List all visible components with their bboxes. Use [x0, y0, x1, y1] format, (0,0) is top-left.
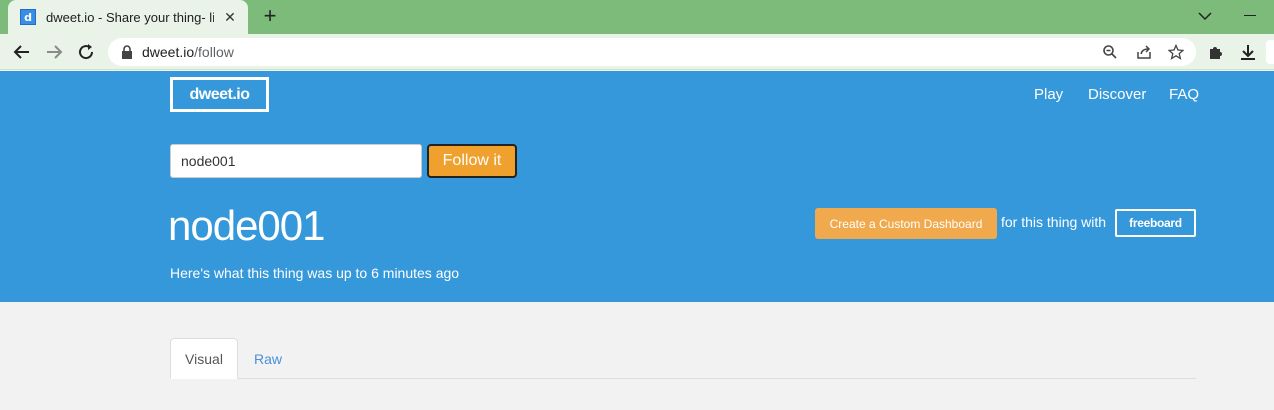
follow-it-button[interactable]: Follow it	[427, 144, 517, 178]
nav-link-play[interactable]: Play	[1034, 86, 1063, 103]
tab-search-chevron-icon[interactable]	[1196, 7, 1214, 25]
dashboard-caption: for this thing with	[1001, 214, 1107, 230]
tab-visual[interactable]: Visual	[170, 338, 238, 379]
share-icon[interactable]	[1134, 42, 1154, 62]
favicon-icon: d	[20, 9, 36, 25]
create-dashboard-button[interactable]: Create a Custom Dashboard	[815, 208, 997, 239]
thing-last-update: Here's what this thing was up to 6 minut…	[170, 265, 460, 281]
lock-icon[interactable]	[120, 45, 134, 59]
minimize-window-icon[interactable]	[1244, 15, 1256, 16]
url-text: dweet.io/follow	[142, 44, 234, 60]
download-icon[interactable]	[1238, 42, 1258, 62]
browser-tab-title: dweet.io - Share your thing- like	[46, 9, 214, 25]
thing-name-input[interactable]: node001	[170, 144, 422, 178]
nav-link-discover[interactable]: Discover	[1088, 86, 1146, 103]
hero-section: dweet.io Play Discover FAQ node001 Follo…	[0, 71, 1274, 302]
url-path: /follow	[194, 44, 234, 60]
tabs-divider	[170, 378, 1196, 379]
close-tab-icon[interactable]: ✕	[222, 9, 238, 25]
forward-arrow-icon[interactable]	[42, 40, 66, 64]
browser-toolbar: dweet.io/follow	[0, 34, 1274, 70]
toolbar-edge	[1266, 40, 1274, 64]
reload-icon[interactable]	[74, 40, 98, 64]
address-bar[interactable]: dweet.io/follow	[108, 38, 1196, 66]
browser-tab[interactable]: d dweet.io - Share your thing- like ✕	[8, 0, 248, 34]
extensions-puzzle-icon[interactable]	[1206, 42, 1226, 62]
freeboard-logo[interactable]: freeboard	[1115, 209, 1196, 237]
brand-logo[interactable]: dweet.io	[170, 77, 269, 112]
tab-raw[interactable]: Raw	[242, 338, 294, 379]
nav-link-faq[interactable]: FAQ	[1169, 86, 1199, 103]
bookmark-star-icon[interactable]	[1166, 42, 1186, 62]
browser-tab-strip: d dweet.io - Share your thing- like ✕ +	[0, 0, 1274, 34]
thing-title: node001	[168, 202, 326, 249]
new-tab-icon[interactable]: +	[258, 5, 282, 29]
url-host: dweet.io	[142, 44, 195, 60]
back-arrow-icon[interactable]	[10, 40, 34, 64]
zoom-icon[interactable]	[1100, 42, 1120, 62]
